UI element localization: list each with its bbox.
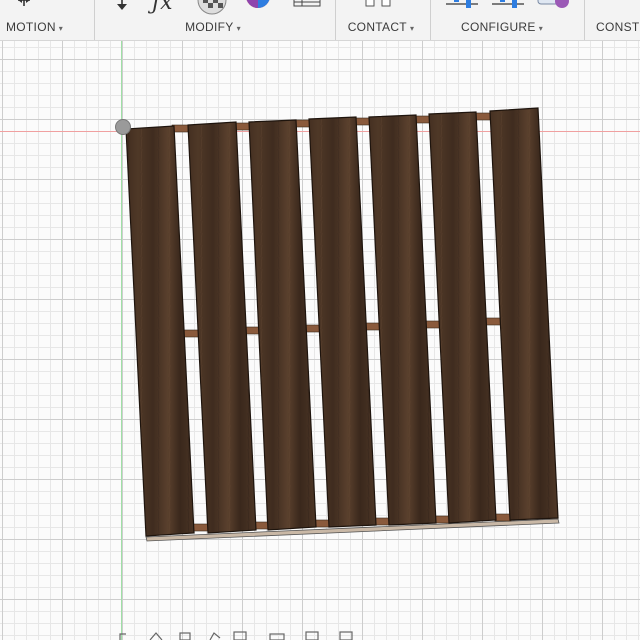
- fx-icon: ƒx: [152, 0, 173, 15]
- chevron-down-icon: ▾: [538, 24, 544, 33]
- design-viewport[interactable]: [0, 41, 640, 640]
- zoom-icon[interactable]: [209, 632, 221, 640]
- table-icon: [293, 0, 321, 7]
- toolbar-group-construct[interactable]: CONST: [590, 0, 640, 40]
- parameter-slider-icon: [446, 0, 478, 8]
- toolbar-group-motion[interactable]: MOTION ▾: [0, 0, 74, 40]
- grid-settings-icon[interactable]: [305, 631, 319, 640]
- toolbar-group-configure[interactable]: CONFIGURE ▾: [436, 0, 576, 40]
- toolbar-label-construct: CONST: [596, 20, 640, 34]
- chevron-down-icon: ▾: [58, 24, 64, 33]
- origin-point[interactable]: [115, 119, 131, 135]
- look-at-icon[interactable]: [149, 632, 163, 640]
- deck-board: [187, 121, 257, 534]
- chevron-down-icon: ▾: [409, 24, 415, 33]
- toolbar-separator: [584, 0, 585, 40]
- viewports-icon[interactable]: [339, 631, 353, 640]
- modify-icons: [117, 0, 321, 15]
- pallet-model[interactable]: [0, 41, 640, 640]
- configure-icons: [446, 0, 569, 8]
- configuration-manager-icon: [537, 0, 569, 8]
- display-settings-icon[interactable]: [269, 633, 285, 640]
- toolbar-separator: [335, 0, 336, 40]
- navigation-toolbar[interactable]: [110, 630, 370, 640]
- toolbar-separator: [430, 0, 431, 40]
- toolbar-separator: [94, 0, 95, 40]
- deck-board: [489, 107, 559, 521]
- deck-board: [368, 114, 437, 526]
- toolbar-group-modify[interactable]: ƒx MODIFY ▾: [100, 0, 330, 40]
- toolbar-label-configure: CONFIGURE ▾: [460, 20, 544, 34]
- pan-icon[interactable]: [179, 632, 191, 640]
- contact-icon: [365, 0, 391, 7]
- deck-board: [308, 116, 377, 528]
- fit-icon[interactable]: [233, 631, 247, 640]
- appearance-ball-icon: [197, 0, 227, 15]
- toolbar-label-modify: MODIFY ▾: [185, 20, 241, 34]
- orbit-icon[interactable]: [119, 633, 126, 640]
- move-arrow-icon: [117, 0, 127, 10]
- toolbar-group-contact[interactable]: CONTACT ▾: [340, 0, 422, 40]
- deck-board: [248, 119, 317, 531]
- chevron-down-icon: ▾: [236, 24, 241, 33]
- toolbar-label-contact: CONTACT ▾: [347, 20, 415, 34]
- toolbar-label-motion: MOTION ▾: [6, 20, 64, 34]
- deck-board: [125, 125, 195, 537]
- color-wheel-icon: [246, 0, 270, 8]
- deck-board: [428, 111, 497, 524]
- top-toolbar: MOTION ▾ ƒx MODIFY ▾ CONTACT ▾ CONFIGURE…: [0, 0, 640, 41]
- configuration-table-icon: [492, 0, 524, 8]
- move-icon: [18, 0, 30, 6]
